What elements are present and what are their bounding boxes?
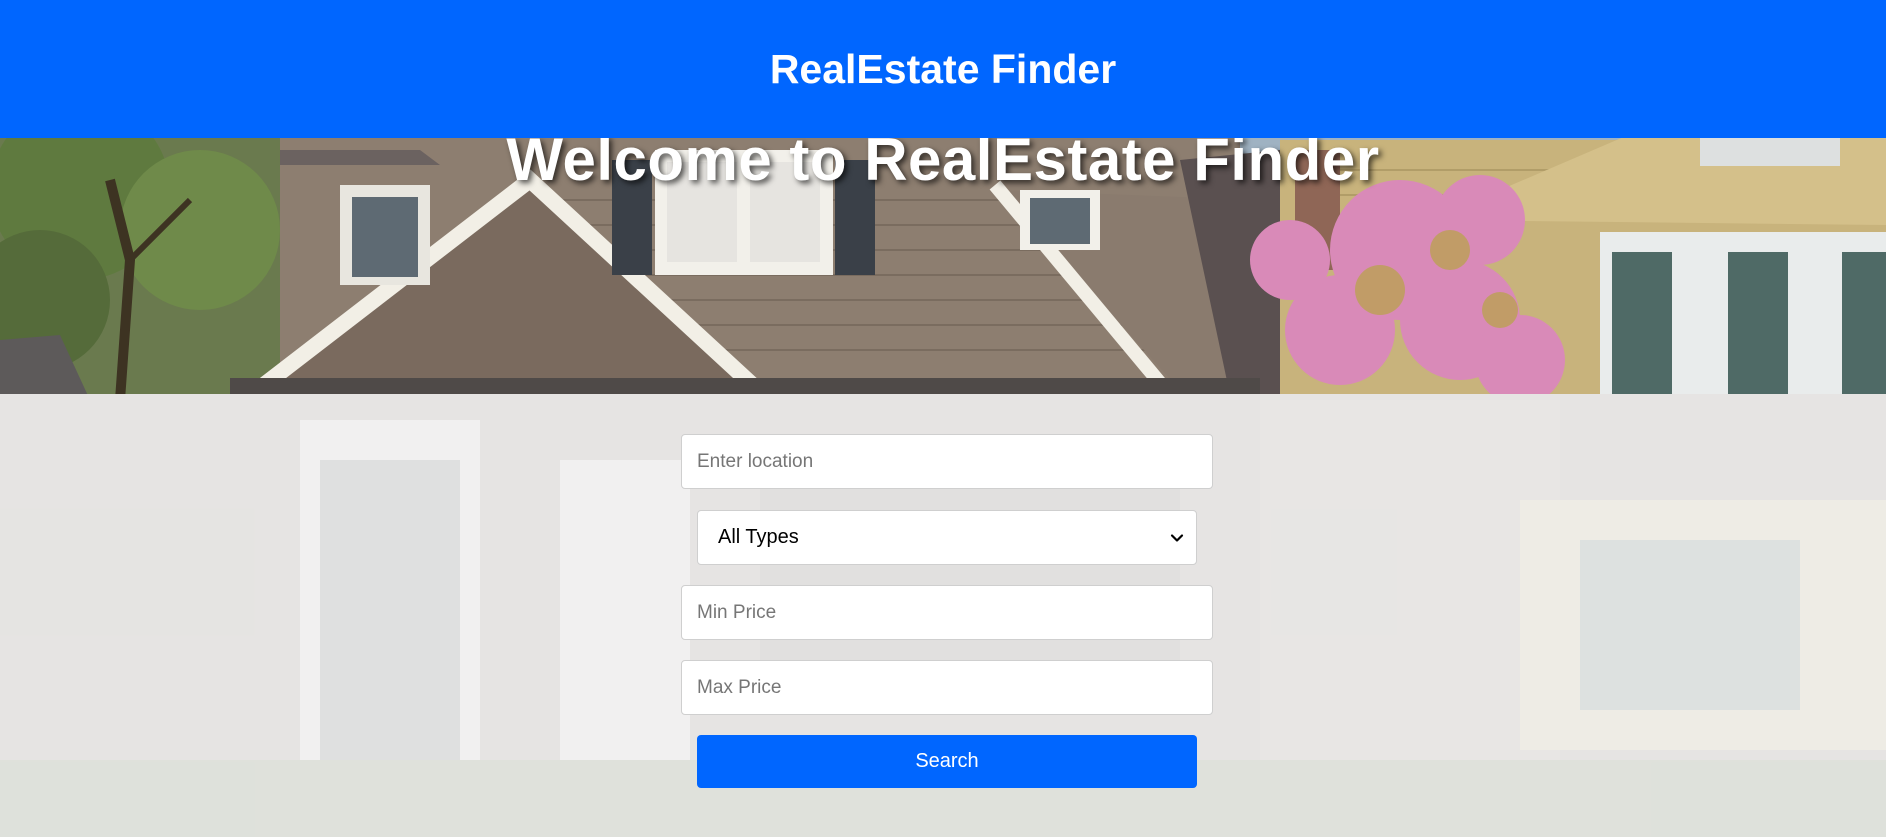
- chevron-down-icon: [1170, 531, 1184, 545]
- property-type-selected-value: All Types: [718, 526, 799, 548]
- site-header: RealEstate Finder: [0, 0, 1886, 138]
- max-price-input[interactable]: [681, 660, 1213, 715]
- location-input[interactable]: [681, 434, 1213, 489]
- search-button[interactable]: Search: [697, 735, 1197, 788]
- min-price-input[interactable]: [681, 585, 1213, 640]
- site-title: RealEstate Finder: [769, 45, 1117, 92]
- property-type-select[interactable]: All Types: [697, 510, 1197, 565]
